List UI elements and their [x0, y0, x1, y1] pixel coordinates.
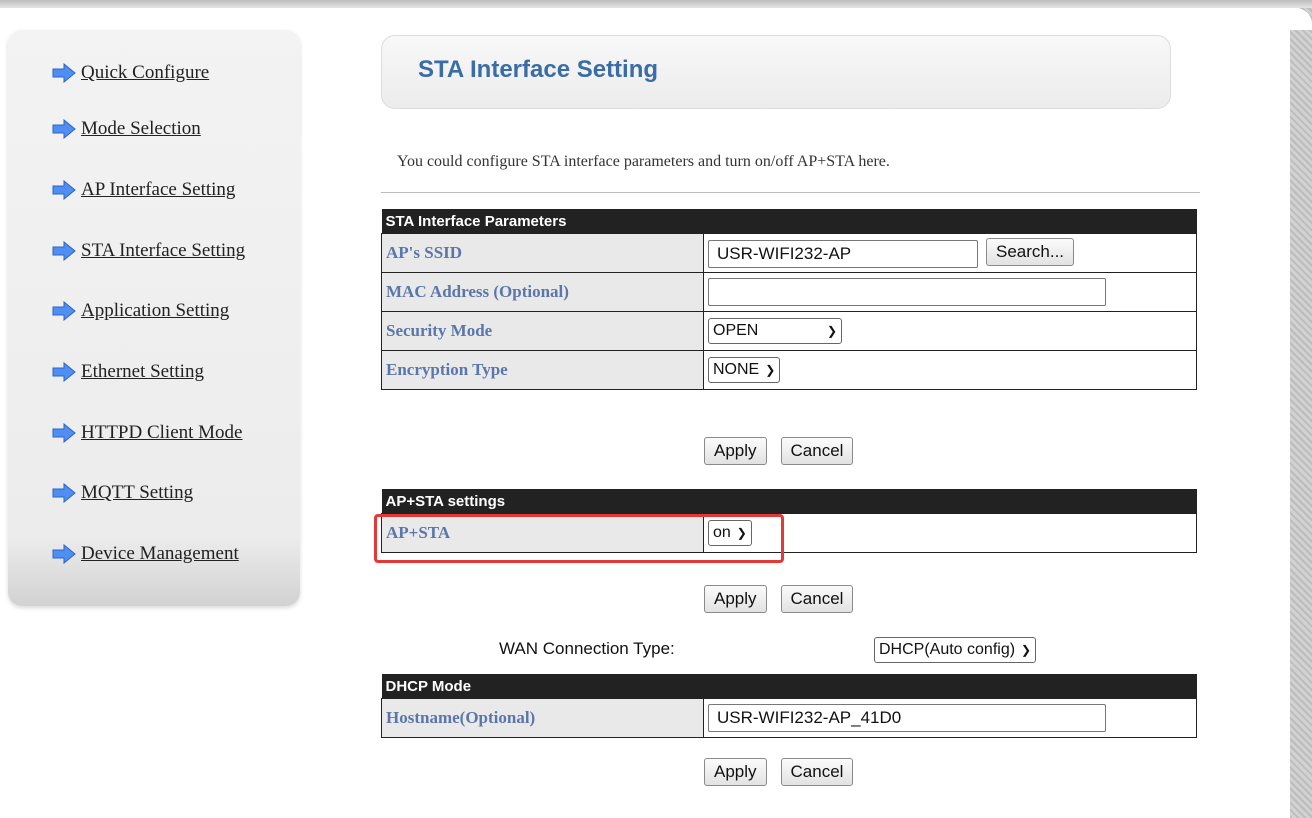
- sta-apply-button[interactable]: Apply: [704, 437, 767, 465]
- security-mode-cell: OPEN ❯: [703, 311, 1197, 351]
- arrow-right-icon: [52, 362, 76, 382]
- table-row: MAC Address (Optional): [381, 272, 1197, 312]
- sidebar-item-label[interactable]: Device Management: [81, 543, 239, 565]
- sidebar-item-mqtt-setting[interactable]: MQTT Setting: [52, 482, 193, 504]
- sta-params-table: STA Interface Parameters AP's SSID USR-W…: [381, 209, 1197, 390]
- mac-cell: [703, 272, 1197, 312]
- hostname-cell: USR-WIFI232-AP_41D0: [703, 698, 1197, 738]
- window-right-edge: [1290, 8, 1312, 818]
- sidebar-item-label[interactable]: Quick Configure: [81, 62, 209, 84]
- highlight-box: [374, 514, 784, 563]
- arrow-right-icon: [52, 544, 76, 564]
- chevron-down-icon: ❯: [765, 363, 776, 377]
- apsta-heading: AP+STA settings: [381, 489, 1197, 514]
- security-mode-label: Security Mode: [381, 311, 704, 351]
- page-title: STA Interface Setting: [418, 56, 659, 83]
- apsta-cancel-button[interactable]: Cancel: [780, 585, 854, 613]
- encryption-type-value: NONE: [713, 361, 760, 378]
- table-row: Encryption Type NONE ❯: [381, 350, 1197, 390]
- sta-params-buttons: Apply Cancel: [704, 437, 854, 465]
- chevron-down-icon: ❯: [826, 324, 837, 338]
- ssid-input[interactable]: USR-WIFI232-AP: [708, 239, 978, 268]
- table-row: Security Mode OPEN ❯: [381, 311, 1197, 351]
- arrow-right-icon: [52, 483, 76, 503]
- search-button[interactable]: Search...: [986, 238, 1075, 267]
- sidebar-item-httpd-client-mode[interactable]: HTTPD Client Mode: [52, 422, 243, 444]
- sidebar-item-label[interactable]: Application Setting: [81, 300, 229, 322]
- sidebar-item-ethernet-setting[interactable]: Ethernet Setting: [52, 361, 204, 383]
- wan-connection-value: DHCP(Auto config): [879, 641, 1016, 658]
- arrow-right-icon: [52, 423, 76, 443]
- encryption-type-select[interactable]: NONE ❯: [708, 357, 781, 383]
- table-row: Hostname(Optional) USR-WIFI232-AP_41D0: [381, 698, 1197, 738]
- arrow-right-icon: [52, 180, 76, 200]
- page-header: STA Interface Setting: [381, 35, 1171, 109]
- apsta-apply-button[interactable]: Apply: [704, 585, 767, 613]
- sta-cancel-button[interactable]: Cancel: [780, 437, 854, 465]
- sidebar-item-label[interactable]: STA Interface Setting: [81, 240, 245, 262]
- hostname-input[interactable]: USR-WIFI232-AP_41D0: [708, 704, 1106, 732]
- divider: [381, 192, 1200, 193]
- sidebar-nav: Quick Configure Mode Selection AP Interf…: [8, 30, 300, 606]
- dhcp-heading: DHCP Mode: [381, 674, 1197, 699]
- dhcp-table: DHCP Mode Hostname(Optional) USR-WIFI232…: [381, 674, 1197, 738]
- sidebar-item-application-setting[interactable]: Application Setting: [52, 300, 229, 322]
- hostname-label: Hostname(Optional): [381, 698, 704, 738]
- sidebar-item-label[interactable]: AP Interface Setting: [81, 179, 235, 201]
- sidebar-item-mode-selection[interactable]: Mode Selection: [52, 118, 201, 140]
- apsta-buttons: Apply Cancel: [704, 585, 854, 613]
- dhcp-cancel-button[interactable]: Cancel: [780, 758, 854, 786]
- mac-label: MAC Address (Optional): [381, 272, 704, 312]
- page-description: You could configure STA interface parame…: [397, 153, 890, 170]
- security-mode-value: OPEN: [713, 322, 759, 339]
- arrow-right-icon: [52, 301, 76, 321]
- encryption-type-label: Encryption Type: [381, 350, 704, 390]
- dhcp-apply-button[interactable]: Apply: [704, 758, 767, 786]
- dhcp-buttons: Apply Cancel: [704, 758, 854, 786]
- wan-connection-select[interactable]: DHCP(Auto config) ❯: [874, 637, 1037, 663]
- arrow-right-icon: [52, 119, 76, 139]
- arrow-right-icon: [52, 63, 76, 83]
- sidebar-item-label[interactable]: MQTT Setting: [81, 482, 193, 504]
- window-top-edge: [0, 0, 1312, 8]
- security-mode-select[interactable]: OPEN ❯: [708, 318, 842, 344]
- arrow-right-icon: [52, 241, 76, 261]
- ssid-label: AP's SSID: [381, 233, 704, 273]
- chevron-down-icon: ❯: [1021, 643, 1032, 657]
- sidebar-item-label[interactable]: HTTPD Client Mode: [81, 422, 243, 444]
- table-row: AP's SSID USR-WIFI232-AP Search...: [381, 233, 1197, 273]
- sta-params-heading: STA Interface Parameters: [381, 209, 1197, 234]
- mac-address-input[interactable]: [708, 278, 1106, 306]
- ssid-cell: USR-WIFI232-AP Search...: [703, 233, 1197, 273]
- encryption-type-cell: NONE ❯: [703, 350, 1197, 390]
- sidebar-item-quick-configure[interactable]: Quick Configure: [52, 62, 209, 84]
- sidebar-item-label[interactable]: Mode Selection: [81, 118, 201, 140]
- sidebar-item-device-management[interactable]: Device Management: [52, 543, 239, 565]
- wan-connection-label: WAN Connection Type:: [499, 639, 675, 658]
- sidebar-item-sta-interface-setting[interactable]: STA Interface Setting: [52, 240, 245, 262]
- sidebar-item-label[interactable]: Ethernet Setting: [81, 361, 204, 383]
- sidebar-item-ap-interface-setting[interactable]: AP Interface Setting: [52, 179, 235, 201]
